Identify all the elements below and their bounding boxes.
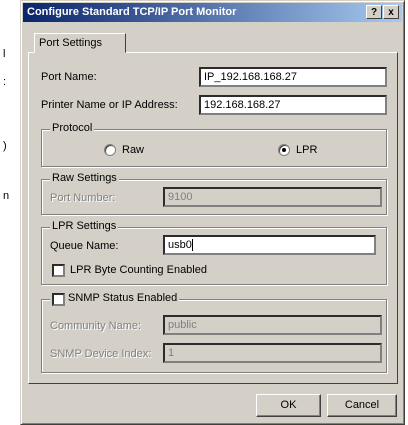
queue-name-label: Queue Name: <box>50 240 119 252</box>
snmp-group: SNMP Status Enabled Community Name: publ… <box>41 292 387 373</box>
radio-selected-dot <box>282 148 286 152</box>
queue-name-field[interactable]: usb0 <box>163 235 376 255</box>
printer-address-field[interactable]: 192.168.168.27 <box>199 95 387 115</box>
port-name-label: Port Name: <box>41 71 97 83</box>
community-name-label: Community Name: <box>50 320 142 332</box>
lpr-radio[interactable] <box>278 144 290 156</box>
dialog-title: Configure Standard TCP/IP Port Monitor <box>27 6 237 18</box>
cancel-button[interactable]: Cancel <box>327 394 397 417</box>
text-cursor <box>191 239 193 252</box>
community-name-field[interactable]: public <box>163 315 382 335</box>
lpr-label[interactable]: LPR <box>296 144 317 156</box>
device-index-label: SNMP Device Index: <box>50 348 152 360</box>
title-bar[interactable]: Configure Standard TCP/IP Port Monitor ?… <box>23 3 402 22</box>
byte-counting-label[interactable]: LPR Byte Counting Enabled <box>70 264 207 276</box>
port-name-field[interactable]: IP_192.168.168.27 <box>199 67 387 87</box>
ok-button[interactable]: OK <box>256 394 321 417</box>
help-button[interactable]: ? <box>366 5 382 19</box>
lpr-settings-group: LPR Settings Queue Name: usb0 LPR Byte C… <box>41 220 387 285</box>
queue-name-value: usb0 <box>168 239 192 251</box>
raw-label[interactable]: Raw <box>122 144 144 156</box>
snmp-legend: SNMP Status Enabled <box>50 292 180 304</box>
device-index-field[interactable]: 1 <box>163 343 382 363</box>
protocol-group: Protocol Raw LPR <box>41 122 387 167</box>
port-number-field[interactable]: 9100 <box>163 187 382 207</box>
printer-address-label: Printer Name or IP Address: <box>41 99 178 111</box>
protocol-legend: Protocol <box>50 122 95 134</box>
raw-settings-group: Raw Settings Port Number: 9100 <box>41 172 387 215</box>
port-settings-panel: Port Name: IP_192.168.168.27 Printer Nam… <box>28 52 398 384</box>
raw-settings-legend: Raw Settings <box>50 172 119 184</box>
snmp-checkbox[interactable] <box>52 293 65 306</box>
configure-port-dialog: Configure Standard TCP/IP Port Monitor ?… <box>20 0 405 425</box>
lpr-settings-legend: LPR Settings <box>50 220 119 232</box>
port-number-label: Port Number: <box>50 192 116 204</box>
raw-radio[interactable] <box>104 144 116 156</box>
tab-port-settings[interactable]: Port Settings <box>34 33 126 53</box>
desktop-background: l : ) n <box>0 0 21 425</box>
byte-counting-checkbox[interactable] <box>52 264 65 277</box>
close-button[interactable]: x <box>383 5 399 19</box>
snmp-label[interactable]: SNMP Status Enabled <box>68 292 177 304</box>
